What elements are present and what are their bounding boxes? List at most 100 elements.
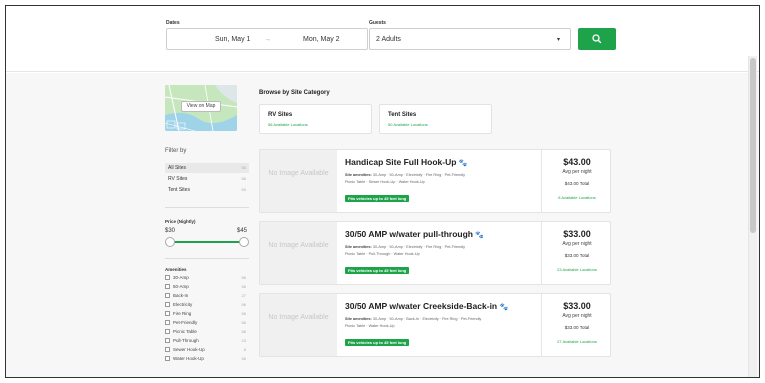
filter-item-rv-sites[interactable]: RV Sites 56 [165,174,249,184]
category-count: 56 Available Locations [268,122,308,127]
price-slider-min-handle[interactable] [165,237,175,247]
amenities-line: 30-Amp · 50-Amp · Back-In · Electricity … [372,317,482,321]
browser-frame: Dates Sun, May 1 → Mon, May 2 Guests 2 A… [5,5,760,378]
map-thumbnail[interactable]: View on Map [165,85,237,131]
amenity-count: 56 [241,275,246,280]
amenity-label: 30-Amp [173,275,189,280]
listing-total: $33.00 Total [564,253,590,258]
price-max: $45 [237,228,248,234]
listing-title-text: Handicap Site Full Hook-Up [345,157,457,167]
listing-total: $43.00 Total [564,181,590,186]
filter-item-count: 50 [241,187,246,192]
amenity-checkbox[interactable]: Pull-Through 23 [165,337,249,345]
price-slider-track[interactable] [170,241,245,243]
category-label: Tent Sites [388,112,417,118]
amenity-count: 56 [241,302,246,307]
listing-title-text: 30/50 AMP w/water pull-through [345,229,473,239]
search-bar: Dates Sun, May 1 → Mon, May 2 Guests 2 A… [6,6,759,72]
avg-per-night: Avg per night [562,241,592,247]
amenity-checkbox[interactable]: Back-In 27 [165,292,249,300]
amenity-checkbox[interactable]: Pet-Friendly 56 [165,319,249,327]
amenity-count: 27 [241,293,246,298]
view-on-map-button[interactable]: View on Map [181,101,221,112]
fits-vehicles-badge: Fits vehicles up to 45 feet long [345,339,410,346]
amenities-label: Site amenities: [345,245,372,249]
listing-title[interactable]: Handicap Site Full Hook-Up 🐾 [345,157,468,167]
date-range-picker[interactable]: Sun, May 1 → Mon, May 2 [166,28,368,50]
amenities-line: Picnic Table · Pull-Through · Water Hook… [345,252,420,256]
amenity-checkbox[interactable]: 30-Amp 56 [165,274,249,282]
scrollbar-thumb[interactable] [750,58,756,233]
listing-title[interactable]: 30/50 AMP w/water Creekside-Back-in 🐾 [345,301,508,311]
amenities-label: Site amenities: [345,173,372,177]
checkbox[interactable] [165,356,170,361]
listing-price: $43.00 [563,157,591,167]
checkbox[interactable] [165,293,170,298]
available-locations-link[interactable]: 6 Available Locations [542,195,612,200]
amenity-count: 56 [241,284,246,289]
amenity-label: Back-In [173,293,189,298]
amenity-count: 56 [241,311,246,316]
avg-per-night: Avg per night [562,313,592,319]
listing-title[interactable]: 30/50 AMP w/water pull-through 🐾 [345,229,484,239]
guests-label: Guests [369,20,386,26]
amenity-count: 23 [241,338,246,343]
divider [165,258,249,259]
guests-value: 2 Adults [376,36,401,43]
checkbox[interactable] [165,320,170,325]
check-in-date[interactable]: Sun, May 1 [215,36,250,43]
amenity-checkbox[interactable]: Sewer Hook-Up 6 [165,346,249,354]
check-out-date[interactable]: Mon, May 2 [303,36,340,43]
filter-by-title: Filter by [165,148,187,154]
paw-icon: 🐾 [475,232,485,239]
filter-item-tent-sites[interactable]: Tent Sites 50 [165,185,249,195]
listing-card[interactable]: No Image Available 30/50 AMP w/water Cre… [259,293,611,357]
amenity-checkbox[interactable]: Picnic Table 56 [165,328,249,336]
checkbox[interactable] [165,329,170,334]
amenities-line: 30-Amp · 50-Amp · Electricity · Fire Rin… [372,245,466,249]
amenity-label: Fire Ring [173,311,192,316]
amenity-checkbox[interactable]: Electricity 56 [165,301,249,309]
listing-card[interactable]: No Image Available Handicap Site Full Ho… [259,149,611,213]
listing-amenities: Site amenities: 30-Amp · 50-Amp · Electr… [345,172,535,186]
checkbox[interactable] [165,347,170,352]
listing-amenities: Site amenities: 30-Amp · 50-Amp · Electr… [345,244,535,258]
no-image-placeholder: No Image Available [260,222,337,284]
fits-vehicles-badge: Fits vehicles up to 45 feet long [345,195,410,202]
price-slider-max-handle[interactable] [239,237,249,247]
checkbox[interactable] [165,338,170,343]
fits-vehicles-badge: Fits vehicles up to 45 feet long [345,267,410,274]
scrollbar[interactable] [748,56,757,377]
amenities-title: Amenities [165,267,187,272]
amenities-line: 30-Amp · 50-Amp · Electricity · Fire Rin… [372,173,466,177]
search-icon [592,34,602,44]
listing-total: $33.00 Total [564,325,590,330]
listing-title-text: 30/50 AMP w/water Creekside-Back-in [345,301,498,311]
listing-card[interactable]: No Image Available 30/50 AMP w/water pul… [259,221,611,285]
filter-item-label: All Sites [168,165,187,171]
filter-item-all-sites[interactable]: All Sites 56 [165,163,249,173]
category-card-tent[interactable]: Tent Sites 50 Available Locations [379,104,492,134]
amenity-checkbox[interactable]: Water Hook-Up 56 [165,355,249,363]
checkbox[interactable] [165,302,170,307]
amenities-line: Picnic Table · Water Hook-Up [345,324,395,328]
amenity-count: 56 [241,356,246,361]
amenity-checkbox[interactable]: 50-Amp 56 [165,283,249,291]
amenity-label: Electricity [173,302,193,307]
amenity-count: 56 [241,329,246,334]
checkbox[interactable] [165,275,170,280]
available-locations-link[interactable]: 23 Available Locations [542,267,612,272]
price-filter-title: Price (Nightly) [165,219,196,224]
category-card-rv[interactable]: RV Sites 56 Available Locations [259,104,372,134]
amenity-checkbox[interactable]: Fire Ring 56 [165,310,249,318]
available-locations-link[interactable]: 27 Available Locations [542,339,612,344]
avg-per-night: Avg per night [562,169,592,175]
amenity-count: 6 [243,347,246,352]
search-button[interactable] [578,28,616,50]
checkbox[interactable] [165,311,170,316]
amenities-label: Site amenities: [345,317,372,321]
amenity-label: 50-Amp [173,284,189,289]
guests-select[interactable]: 2 Adults ▾ [369,28,571,50]
checkbox[interactable] [165,284,170,289]
amenity-label: Sewer Hook-Up [173,347,205,352]
